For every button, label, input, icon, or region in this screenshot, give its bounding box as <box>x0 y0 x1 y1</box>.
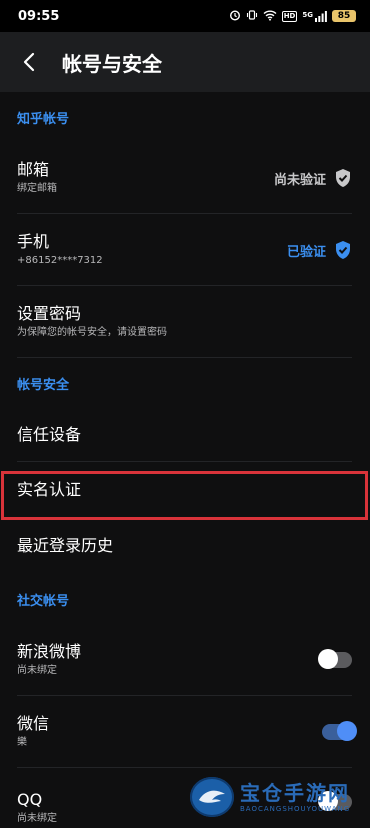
status-icons: HD 5G 85 <box>229 9 356 24</box>
back-button[interactable] <box>18 51 40 73</box>
page-title: 帐号与安全 <box>62 51 162 76</box>
wechat-toggle[interactable] <box>322 721 357 741</box>
hd-badge: HD <box>281 10 298 22</box>
toggle-knob <box>318 649 338 669</box>
phone-status: 已验证 <box>286 244 326 260</box>
phone-number: +86152****7312 <box>17 254 103 266</box>
wechat-row[interactable]: 微信 樂 <box>0 696 370 768</box>
vibrate-icon <box>246 9 258 24</box>
section-header-zhihu-account: 知乎帐号 <box>17 111 70 127</box>
network-type-label: 5G <box>302 10 313 19</box>
alarm-icon <box>229 9 241 24</box>
email-status: 尚未验证 <box>273 172 326 188</box>
shield-check-icon <box>336 241 350 259</box>
toggle-knob <box>337 721 357 741</box>
real-name-verification-label: 实名认证 <box>17 480 82 499</box>
section-header-account-security: 帐号安全 <box>17 377 70 393</box>
phone-label: 手机 <box>17 231 50 251</box>
set-password-sub: 为保障您的帐号安全，请设置密码 <box>17 326 167 338</box>
email-label: 邮箱 <box>17 159 50 179</box>
battery-icon: 85 <box>332 10 356 22</box>
weibo-label: 新浪微博 <box>17 641 82 661</box>
qq-sub: 尚未绑定 <box>17 813 57 824</box>
email-sub: 绑定邮箱 <box>17 182 57 194</box>
watermark-subtext: BAOCANGSHOUYOUWANG <box>240 805 351 813</box>
trusted-devices-label: 信任设备 <box>17 425 82 444</box>
app-header: 帐号与安全 <box>0 32 370 92</box>
qq-label: QQ <box>17 790 43 809</box>
section-header-social-accounts: 社交帐号 <box>17 593 70 609</box>
phone-row[interactable]: 手机 +86152****7312 已验证 <box>0 214 370 286</box>
login-history-label: 最近登录历史 <box>17 536 114 555</box>
wifi-icon <box>263 9 277 24</box>
watermark-logo-icon <box>190 777 234 817</box>
set-password-row[interactable]: 设置密码 为保障您的帐号安全，请设置密码 <box>0 286 370 358</box>
settings-list: 知乎帐号 邮箱 绑定邮箱 尚未验证 手机 +86152****7312 已验证 … <box>0 92 370 828</box>
real-name-verification-row[interactable]: 实名认证 <box>0 462 370 518</box>
weibo-row[interactable]: 新浪微博 尚未绑定 <box>0 624 370 696</box>
set-password-label: 设置密码 <box>17 303 82 323</box>
chevron-left-icon <box>23 52 35 72</box>
weibo-toggle[interactable] <box>318 649 352 669</box>
weibo-sub: 尚未绑定 <box>17 664 57 676</box>
wechat-label: 微信 <box>17 713 50 733</box>
watermark-text: 宝仓手游网 <box>240 781 350 805</box>
status-bar: 09:55 HD 5G 85 <box>0 0 370 32</box>
status-time: 09:55 <box>18 8 60 24</box>
shield-check-icon <box>336 169 350 187</box>
login-history-row[interactable]: 最近登录历史 <box>0 518 370 574</box>
trusted-devices-row[interactable]: 信任设备 <box>0 408 370 462</box>
wechat-sub: 樂 <box>17 736 27 748</box>
email-row[interactable]: 邮箱 绑定邮箱 尚未验证 <box>0 142 370 214</box>
watermark: 宝仓手游网 BAOCANGSHOUYOUWANG <box>190 772 370 822</box>
cellular-signal-icon: 5G <box>302 10 327 22</box>
